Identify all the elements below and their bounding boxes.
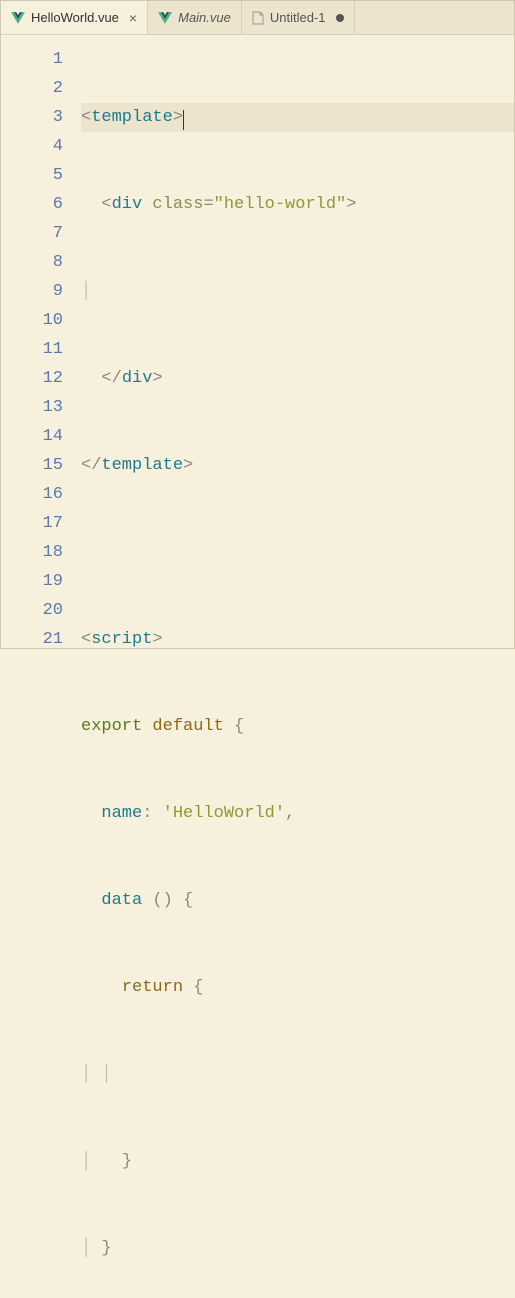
code-line: │ } — [81, 1147, 514, 1176]
code-line: name: 'HelloWorld', — [81, 799, 514, 828]
vue-icon — [11, 12, 25, 24]
code-line: return { — [81, 973, 514, 1002]
tab-label: Untitled-1 — [270, 10, 326, 25]
close-icon[interactable]: × — [129, 10, 137, 26]
line-number: 2 — [1, 74, 63, 103]
line-number: 9 — [1, 277, 63, 306]
tab-label: Main.vue — [178, 10, 231, 25]
line-number: 6 — [1, 190, 63, 219]
line-number: 4 — [1, 132, 63, 161]
line-number: 13 — [1, 393, 63, 422]
line-number: 7 — [1, 219, 63, 248]
code-line: <script> — [81, 625, 514, 654]
code-line: │ } — [81, 1234, 514, 1263]
line-number: 15 — [1, 451, 63, 480]
code-area[interactable]: <template> <div class="hello-world"> │ <… — [81, 35, 514, 648]
text-cursor — [183, 110, 184, 130]
dirty-indicator-icon — [336, 14, 344, 22]
line-number: 14 — [1, 422, 63, 451]
line-number: 12 — [1, 364, 63, 393]
code-line: </div> — [81, 364, 514, 393]
line-number: 16 — [1, 480, 63, 509]
code-line: <template> — [81, 103, 514, 132]
line-number: 10 — [1, 306, 63, 335]
line-number-gutter: 1 2 3 4 5 6 7 8 9 10 11 12 13 14 15 16 1… — [1, 35, 81, 648]
line-number: 8 — [1, 248, 63, 277]
code-line: </template> — [81, 451, 514, 480]
code-line: <div class="hello-world"> — [81, 190, 514, 219]
line-number: 11 — [1, 335, 63, 364]
line-number: 17 — [1, 509, 63, 538]
code-line — [81, 538, 514, 567]
code-line: │ │ — [81, 1060, 514, 1089]
tab-bar: HelloWorld.vue × Main.vue Untitled-1 — [1, 1, 514, 35]
tab-label: HelloWorld.vue — [31, 10, 119, 25]
code-line: │ — [81, 277, 514, 306]
tab-main[interactable]: Main.vue — [148, 1, 242, 34]
line-number: 3 — [1, 103, 63, 132]
tab-helloworld[interactable]: HelloWorld.vue × — [1, 1, 148, 34]
line-number: 20 — [1, 596, 63, 625]
editor: 1 2 3 4 5 6 7 8 9 10 11 12 13 14 15 16 1… — [1, 35, 514, 648]
vue-icon — [158, 12, 172, 24]
code-line: data () { — [81, 886, 514, 915]
line-number: 21 — [1, 625, 63, 654]
line-number: 5 — [1, 161, 63, 190]
tab-untitled[interactable]: Untitled-1 — [242, 1, 355, 34]
file-icon — [252, 11, 264, 25]
line-number: 18 — [1, 538, 63, 567]
line-number: 1 — [1, 45, 63, 74]
code-line: export default { — [81, 712, 514, 741]
line-number: 19 — [1, 567, 63, 596]
